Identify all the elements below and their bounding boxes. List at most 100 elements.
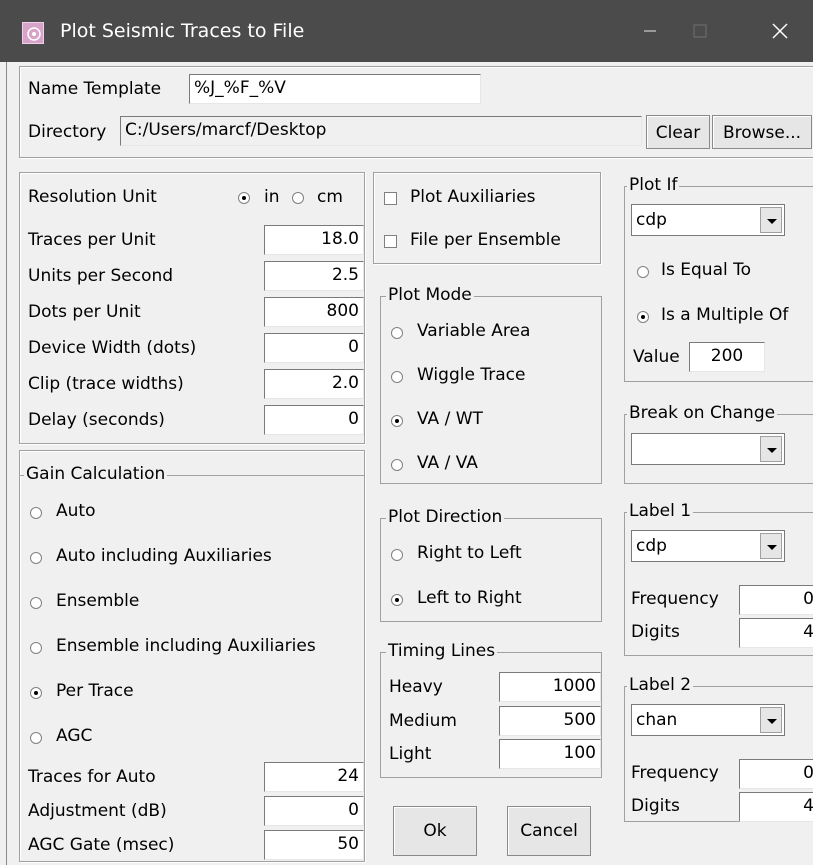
plot-if-group: Plot If cdp Is Equal To Is a Multiple Of… — [624, 175, 813, 382]
resolution-panel: Resolution Unit in cm Traces per Unit 18… — [19, 172, 365, 444]
maximize-icon[interactable] — [680, 14, 720, 48]
value-input[interactable]: 200 — [689, 342, 765, 372]
direction-left-to-right-radio[interactable] — [391, 594, 403, 606]
units-per-second-label: Units per Second — [28, 266, 174, 286]
plot-if-header-value: cdp — [636, 210, 667, 230]
adjustment-input[interactable]: 0 — [264, 796, 364, 826]
chevron-down-icon — [760, 207, 782, 233]
title-bar: Plot Seismic Traces to File — [0, 0, 813, 62]
gain-ensemble-aux-label: Ensemble including Auxiliaries — [56, 636, 316, 656]
clip-input[interactable]: 2.0 — [264, 369, 364, 399]
label2-frequency-input[interactable]: 0 — [739, 759, 813, 789]
mode-va-va-radio[interactable] — [391, 459, 403, 471]
label1-frequency-input[interactable]: 0 — [739, 585, 813, 615]
dots-per-unit-label: Dots per Unit — [28, 302, 141, 322]
ok-button[interactable]: Ok — [393, 806, 477, 856]
is-multiple-of-label: Is a Multiple Of — [661, 305, 789, 325]
chevron-down-icon — [760, 533, 782, 559]
file-panel: Name Template %J_%F_%V Directory C:/User… — [19, 66, 813, 158]
minimize-icon[interactable] — [630, 14, 670, 48]
unit-cm-radio[interactable] — [292, 192, 304, 204]
label1-digits-label: Digits — [631, 622, 680, 642]
is-equal-to-label: Is Equal To — [661, 260, 752, 280]
label2-title: Label 2 — [627, 675, 694, 695]
is-multiple-of-radio[interactable] — [637, 311, 649, 323]
traces-per-unit-input[interactable]: 18.0 — [264, 225, 364, 255]
file-per-ensemble-label: File per Ensemble — [410, 230, 561, 250]
label2-digits-label: Digits — [631, 796, 680, 816]
light-label: Light — [389, 744, 432, 764]
label1-header-select[interactable]: cdp — [631, 530, 785, 562]
break-on-change-select[interactable] — [631, 433, 785, 465]
mode-wiggle-trace-radio[interactable] — [391, 371, 403, 383]
medium-input[interactable]: 500 — [499, 706, 601, 736]
label2-header-select[interactable]: chan — [631, 704, 785, 736]
directory-label: Directory — [28, 122, 107, 142]
resolution-unit-label: Resolution Unit — [28, 187, 157, 207]
gain-ensemble-label: Ensemble — [56, 591, 140, 611]
chevron-down-icon — [760, 707, 782, 733]
direction-right-to-left-radio[interactable] — [391, 549, 403, 561]
delay-input[interactable]: 0 — [264, 405, 364, 435]
mode-variable-area-label: Variable Area — [417, 321, 531, 341]
name-template-label: Name Template — [28, 79, 162, 99]
dialog-body: Name Template %J_%F_%V Directory C:/User… — [6, 62, 813, 865]
plot-auxiliaries-label: Plot Auxiliaries — [410, 187, 536, 207]
mode-va-wt-radio[interactable] — [391, 415, 403, 427]
light-input[interactable]: 100 — [499, 739, 601, 769]
break-on-change-group: Break on Change — [624, 403, 813, 484]
gain-ensemble-aux-radio[interactable] — [30, 642, 42, 654]
label2-frequency-label: Frequency — [631, 763, 719, 783]
label1-digits-input[interactable]: 4 — [739, 618, 813, 648]
gain-auto-aux-radio[interactable] — [30, 552, 42, 564]
agc-gate-input[interactable]: 50 — [264, 830, 364, 860]
gain-ensemble-radio[interactable] — [30, 597, 42, 609]
plot-mode-group: Plot Mode Variable Area Wiggle Trace VA … — [380, 285, 602, 484]
value-label: Value — [633, 347, 680, 367]
label1-frequency-label: Frequency — [631, 589, 719, 609]
directory-field[interactable]: C:/Users/marcf/Desktop — [120, 116, 642, 146]
browse-button[interactable]: Browse... — [712, 115, 812, 149]
direction-left-to-right-label: Left to Right — [417, 588, 522, 608]
cancel-button[interactable]: Cancel — [507, 806, 591, 856]
clear-button[interactable]: Clear — [646, 115, 710, 149]
gain-agc-radio[interactable] — [30, 732, 42, 744]
is-equal-to-radio[interactable] — [637, 266, 649, 278]
traces-per-unit-label: Traces per Unit — [28, 230, 156, 250]
plot-if-title: Plot If — [627, 175, 680, 195]
mode-va-va-label: VA / VA — [417, 453, 478, 473]
mode-variable-area-radio[interactable] — [391, 327, 403, 339]
heavy-input[interactable]: 1000 — [499, 672, 601, 702]
gain-auto-radio[interactable] — [30, 507, 42, 519]
break-on-change-title: Break on Change — [627, 403, 778, 423]
file-per-ensemble-checkbox[interactable] — [384, 235, 397, 248]
gain-auto-aux-label: Auto including Auxiliaries — [56, 546, 272, 566]
unit-cm-label: cm — [317, 187, 343, 207]
plot-direction-title: Plot Direction — [386, 507, 505, 527]
label1-title: Label 1 — [627, 501, 694, 521]
agc-gate-label: AGC Gate (msec) — [28, 835, 175, 855]
unit-in-radio[interactable] — [238, 192, 250, 204]
close-icon[interactable] — [760, 14, 800, 48]
traces-for-auto-input[interactable]: 24 — [264, 762, 364, 792]
gain-per-trace-radio[interactable] — [30, 687, 42, 699]
label2-digits-input[interactable]: 4 — [739, 792, 813, 822]
delay-label: Delay (seconds) — [28, 410, 165, 430]
adjustment-label: Adjustment (dB) — [28, 801, 167, 821]
timing-lines-group: Timing Lines Heavy 1000 Medium 500 Light… — [380, 641, 602, 778]
dots-per-unit-input[interactable]: 800 — [264, 297, 364, 327]
device-width-input[interactable]: 0 — [264, 333, 364, 363]
plot-mode-title: Plot Mode — [386, 285, 474, 305]
plot-if-header-select[interactable]: cdp — [631, 204, 785, 236]
medium-label: Medium — [389, 711, 457, 731]
heavy-label: Heavy — [389, 677, 443, 697]
name-template-input[interactable]: %J_%F_%V — [189, 74, 481, 104]
app-icon — [22, 22, 44, 44]
gain-auto-label: Auto — [56, 501, 96, 521]
unit-in-label: in — [264, 187, 280, 207]
mode-va-wt-label: VA / WT — [417, 409, 483, 429]
plot-auxiliaries-checkbox[interactable] — [384, 192, 397, 205]
units-per-second-input[interactable]: 2.5 — [264, 261, 364, 291]
direction-right-to-left-label: Right to Left — [417, 543, 522, 563]
gain-agc-label: AGC — [56, 726, 93, 746]
